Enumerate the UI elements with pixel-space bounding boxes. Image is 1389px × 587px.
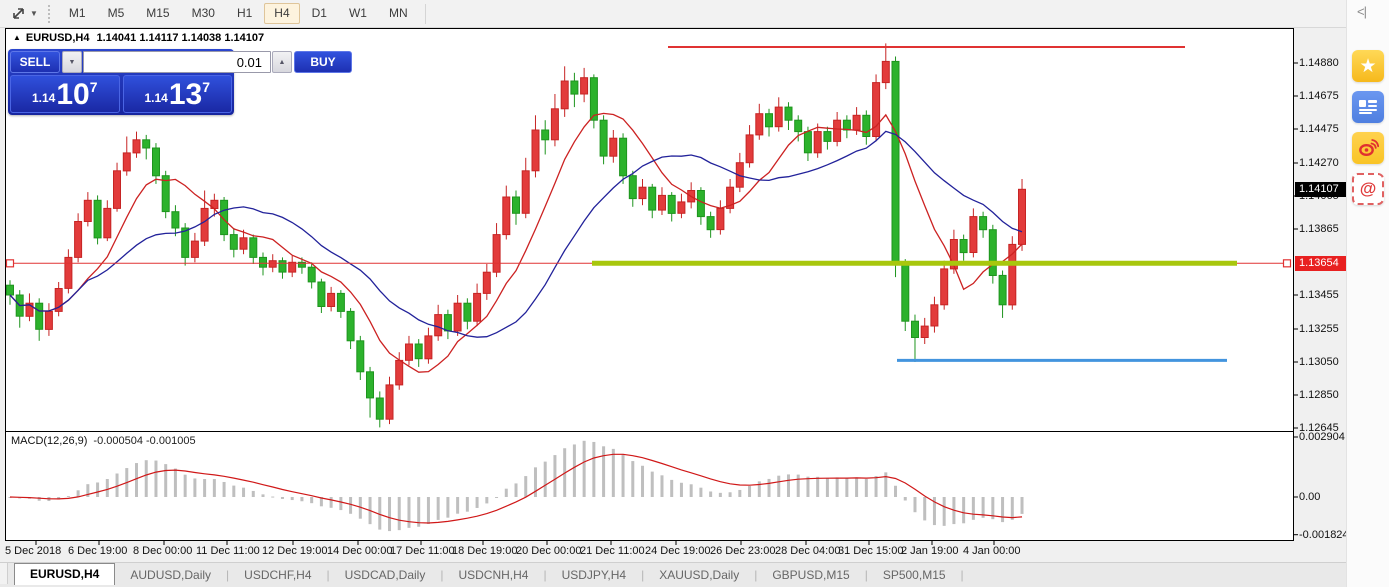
tab-items: EURUSD,H4AUDUSD,Daily|USDCHF,H4|USDCAD,D…	[14, 563, 964, 585]
trading-terminal-window: ▼ M1M5M15M30H1H4D1W1MN ▲EURUSD,H41.14041…	[0, 0, 1389, 587]
buy-button[interactable]: BUY	[294, 51, 352, 73]
bid-price-display[interactable]: 1.14 10 7	[10, 75, 120, 113]
symbol-tab-bar: EURUSD,H4AUDUSD,Daily|USDCHF,H4|USDCAD,D…	[0, 562, 1346, 587]
one-click-trading-panel: SELL ▼ ▲ BUY 1.14 10 7 1.14 13 7	[8, 49, 234, 115]
symbol-tab-usdcnh-h4[interactable]: USDCNH,H4	[443, 565, 543, 585]
ask-price-prefix: 1.14	[144, 91, 167, 105]
time-axis-label: 6 Dec 19:00	[68, 545, 127, 557]
time-axis-label: 2 Jan 19:00	[901, 545, 959, 557]
symbol-tab-usdcad-daily[interactable]: USDCAD,Daily	[330, 565, 441, 585]
news-feed-icon[interactable]	[1352, 91, 1384, 123]
time-axis-label: 14 Dec 00:00	[327, 545, 392, 557]
time-axis-label: 28 Dec 04:00	[775, 545, 840, 557]
time-axis-label: 8 Dec 00:00	[133, 545, 192, 557]
time-axis-label: 31 Dec 15:00	[838, 545, 903, 557]
ask-price-display[interactable]: 1.14 13 7	[123, 75, 233, 113]
volume-input[interactable]	[83, 51, 271, 73]
time-axis-label: 4 Jan 00:00	[963, 545, 1021, 557]
at-glyph: @	[1360, 179, 1377, 199]
symbol-tab-usdchf-h4[interactable]: USDCHF,H4	[229, 565, 326, 585]
right-sidebar: <| ★ @	[1346, 0, 1389, 587]
bid-price-sup: 7	[90, 79, 98, 95]
collapse-panel-icon[interactable]: <|	[1357, 4, 1366, 19]
time-axis-label: 12 Dec 19:00	[262, 545, 327, 557]
time-axis-label: 11 Dec 11:00	[196, 545, 260, 557]
weibo-icon[interactable]	[1352, 132, 1384, 164]
symbol-tab-eurusd-h4[interactable]: EURUSD,H4	[14, 563, 115, 585]
macd-current-values: -0.000504 -0.001005	[93, 435, 195, 447]
tabbar-grip[interactable]	[0, 563, 8, 584]
bid-price-big: 10	[56, 80, 89, 110]
volume-increase-button[interactable]: ▲	[272, 51, 292, 73]
symbol-tab-xauusd-daily[interactable]: XAUUSD,Daily	[644, 565, 754, 585]
sell-button[interactable]: SELL	[10, 51, 60, 73]
time-axis-label: 26 Dec 23:00	[710, 545, 775, 557]
panel-collapse-triangle-icon[interactable]: ▲	[13, 33, 21, 42]
symbol-tab-audusd-daily[interactable]: AUDUSD,Daily	[115, 565, 226, 585]
volume-decrease-button[interactable]: ▼	[62, 51, 82, 73]
symbol-tab-gbpusd-m15[interactable]: GBPUSD,M15	[757, 565, 864, 585]
ask-price-big: 13	[169, 80, 202, 110]
tab-separator: |	[961, 565, 964, 585]
current-price-tag: 1.14107	[1295, 182, 1348, 197]
time-axis-label: 5 Dec 2018	[5, 545, 61, 557]
symbol-tab-sp500-m15[interactable]: SP500,M15	[868, 565, 961, 585]
time-axis-label: 18 Dec 19:00	[452, 545, 517, 557]
chart-symbol-label: EURUSD,H4	[26, 32, 90, 44]
time-axis-label: 24 Dec 19:00	[645, 545, 710, 557]
mail-at-icon[interactable]: @	[1352, 173, 1384, 205]
ask-price-sup: 7	[202, 79, 210, 95]
macd-indicator-label: MACD(12,26,9) -0.000504 -0.001005	[11, 435, 196, 447]
chart-title: ▲ EURUSD,H4 1.14041 1.14117 1.14038 1.1410…	[13, 32, 264, 44]
time-axis-label: 17 Dec 11:00	[390, 545, 455, 557]
chart-ohlc-values: 1.14041 1.14117 1.14038 1.14107	[97, 32, 265, 44]
bid-price-prefix: 1.14	[32, 91, 55, 105]
hline-price-tag: 1.13654	[1295, 256, 1348, 271]
news-feed-glyph	[1359, 100, 1377, 114]
time-axis-label: 21 Dec 11:00	[580, 545, 645, 557]
weibo-glyph	[1357, 137, 1379, 159]
macd-name: MACD(12,26,9)	[11, 435, 87, 447]
time-axis-label: 20 Dec 00:00	[516, 545, 581, 557]
favorites-star-icon[interactable]: ★	[1352, 50, 1384, 82]
symbol-tab-usdjpy-h4[interactable]: USDJPY,H4	[547, 565, 641, 585]
